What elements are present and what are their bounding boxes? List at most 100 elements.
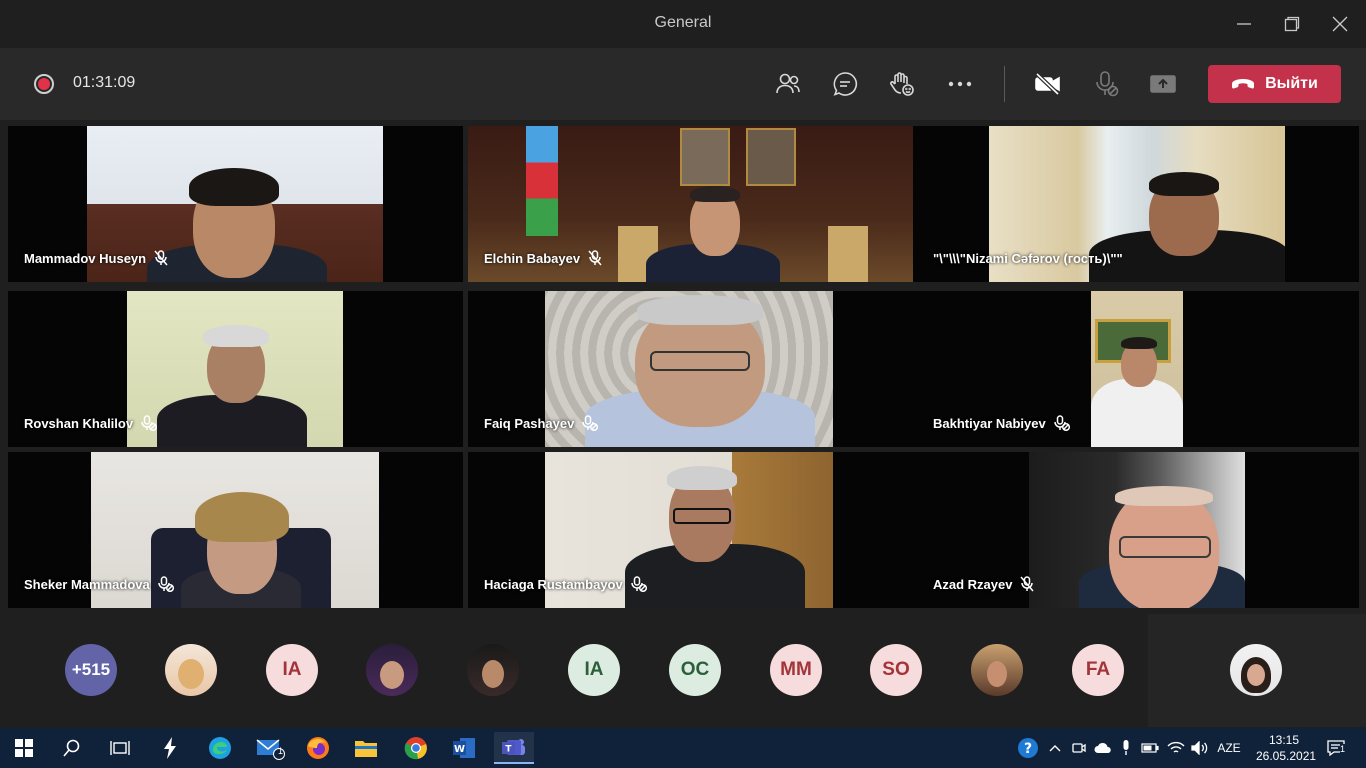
participant-name: Azad Rzayev [933, 576, 1013, 592]
participant-name: Haciaga Rustambayov [484, 576, 623, 592]
task-view-button[interactable] [100, 732, 140, 764]
participant-avatar-photo[interactable] [165, 644, 217, 696]
leave-button[interactable]: Выйти [1208, 65, 1341, 103]
minimize-button[interactable] [1224, 8, 1264, 40]
video-tile[interactable]: Rovshan Khalilov [8, 291, 463, 447]
video-tile[interactable]: Haciaga Rustambayov [468, 452, 923, 608]
video-tile[interactable]: Azad Rzayev [917, 452, 1359, 608]
close-button[interactable] [1320, 8, 1360, 40]
mic-off-icon [588, 250, 602, 266]
edge-icon [209, 737, 231, 759]
edge-app[interactable] [200, 732, 240, 764]
task-view-icon [110, 741, 130, 755]
toolbar-divider [1004, 66, 1005, 102]
participant-label: Sheker Mammadova [24, 576, 174, 592]
participant-label: Mammadov Huseyn [24, 250, 168, 266]
title-bar: General [0, 0, 1366, 48]
participant-name: Bakhtiyar Nabiyev [933, 415, 1046, 431]
video-tile[interactable]: Mammadov Huseyn [8, 126, 463, 282]
camera-toggle-button[interactable] [1032, 68, 1064, 100]
participant-avatar-initials[interactable]: OC [669, 644, 721, 696]
video-tile[interactable]: "\"\\\"Nizami Cəfərov (гость)\"" [917, 126, 1359, 282]
windows-logo-icon [15, 739, 33, 757]
more-actions-button[interactable] [944, 68, 976, 100]
battery-tray-button[interactable] [1140, 738, 1160, 758]
microphone-tray-button[interactable] [1118, 738, 1134, 758]
mic-toggle-button[interactable] [1090, 68, 1122, 100]
hang-up-icon [1232, 79, 1255, 89]
mic-off-icon [630, 576, 647, 592]
participant-avatar-initials[interactable]: IA [568, 644, 620, 696]
video-tile[interactable]: Sheker Mammadova [8, 452, 463, 608]
onedrive-tray-button[interactable] [1093, 738, 1113, 758]
video-tile[interactable]: Elchin Babayev [468, 126, 923, 282]
word-icon: W [453, 738, 475, 758]
svg-text:T: T [505, 745, 512, 755]
chrome-app[interactable] [396, 732, 436, 764]
chat-button[interactable] [829, 68, 861, 100]
participant-avatar-initials[interactable]: SO [870, 644, 922, 696]
meet-now-tray-button[interactable] [1070, 738, 1088, 758]
participant-avatar-initials[interactable]: MM [770, 644, 822, 696]
close-icon [1332, 16, 1348, 32]
volume-tray-button[interactable] [1190, 738, 1210, 758]
minimize-icon [1237, 23, 1251, 25]
participants-button[interactable] [772, 68, 804, 100]
network-tray-button[interactable] [1166, 738, 1186, 758]
participant-label: Haciaga Rustambayov [484, 576, 647, 592]
mic-off-icon [582, 415, 599, 431]
participant-avatar-photo[interactable] [366, 644, 418, 696]
wifi-icon [1167, 741, 1185, 753]
participant-strip: +515 IA IA OC MM SO FA [0, 614, 1366, 727]
participant-label: Rovshan Khalilov [24, 415, 158, 431]
maximize-button[interactable] [1272, 8, 1312, 40]
svg-text:?: ? [1024, 741, 1032, 757]
mic-off-icon [157, 576, 174, 592]
mail-app[interactable]: 1 [250, 732, 290, 764]
chevron-up-icon [1049, 745, 1061, 752]
search-button[interactable] [52, 732, 92, 764]
video-tile[interactable]: Bakhtiyar Nabiyev [917, 291, 1359, 447]
participant-label: Bakhtiyar Nabiyev [933, 415, 1070, 431]
start-button[interactable] [4, 732, 44, 764]
taskbar-clock[interactable]: 13:15 26.05.2021 [1256, 732, 1317, 764]
folder-icon [355, 741, 377, 757]
participant-avatar-photo[interactable] [467, 644, 519, 696]
participant-avatar-photo[interactable] [971, 644, 1023, 696]
teams-app[interactable]: T [494, 732, 534, 764]
window-title: General [654, 14, 712, 31]
share-screen-button[interactable] [1147, 68, 1179, 100]
video-tile[interactable]: Faiq Pashayev [468, 291, 923, 447]
participant-avatar-initials[interactable]: IA [266, 644, 318, 696]
mic-off-icon [1020, 576, 1035, 592]
mic-off-icon [141, 415, 158, 431]
reactions-button[interactable] [886, 68, 918, 100]
firefox-app[interactable] [298, 732, 338, 764]
file-explorer-app[interactable] [346, 732, 386, 764]
meeting-timer: 01:31:09 [73, 74, 136, 91]
self-avatar-photo[interactable] [1230, 644, 1282, 696]
participant-label: Faiq Pashayev [484, 415, 599, 431]
participant-name: Mammadov Huseyn [24, 250, 147, 266]
participant-name: Faiq Pashayev [484, 415, 575, 431]
language-indicator[interactable]: AZE [1214, 738, 1244, 758]
participant-video [1029, 452, 1245, 608]
clock-date: 26.05.2021 [1256, 749, 1317, 763]
search-icon [63, 739, 80, 757]
mic-off-icon [1053, 415, 1070, 431]
cloud-icon [1094, 742, 1111, 753]
action-center-button[interactable]: 1 [1322, 738, 1350, 758]
taskbar-app-1[interactable] [150, 732, 190, 764]
windows-taskbar: 1 W T ? AZE 13:15 26.05.2021 1 [0, 728, 1366, 768]
participant-name: "\"\\\"Nizami Cəfərov (гость)\"" [933, 251, 1123, 266]
help-tray-button[interactable]: ? [1016, 738, 1040, 758]
show-hidden-icons-button[interactable] [1046, 738, 1064, 758]
participant-avatar-initials[interactable]: FA [1072, 644, 1124, 696]
svg-text:W: W [454, 744, 465, 755]
more-icon [948, 81, 972, 87]
firefox-icon [307, 737, 329, 759]
more-participants-avatar[interactable]: +515 [65, 644, 117, 696]
word-app[interactable]: W [444, 732, 484, 764]
leave-button-label: Выйти [1265, 75, 1318, 92]
raise-hand-icon [890, 72, 914, 96]
